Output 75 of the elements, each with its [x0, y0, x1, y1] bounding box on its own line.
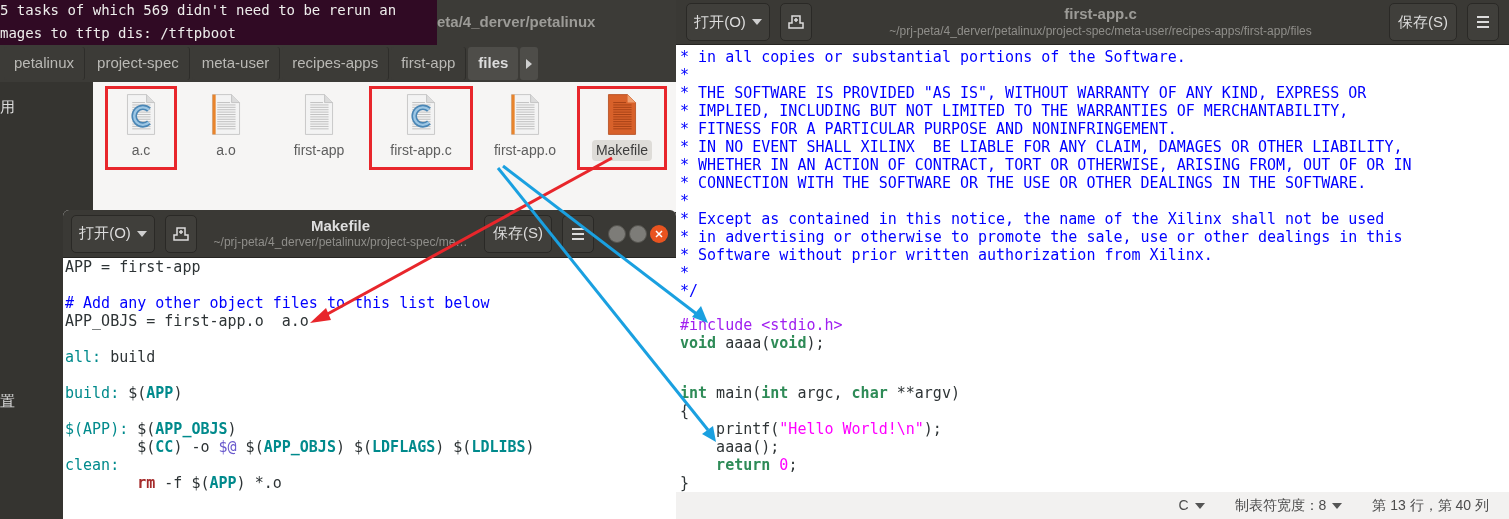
terminal-line: mages to tftp dis: /tftpboot — [0, 24, 237, 43]
file-item[interactable]: first-app.c — [369, 86, 473, 170]
code-line: printf("Hello World!\n"); — [715, 420, 943, 438]
file-item[interactable]: first-app — [275, 86, 363, 170]
caret-icon — [751, 19, 762, 25]
path-button[interactable]: files — [468, 47, 519, 80]
caret-icon — [136, 230, 147, 237]
code-line: * WHETHER IN AN ACTION OF CONTRACT, TORT OR OTHERWISE, ARISING FROM, OUT OF OR IN — [680, 156, 1413, 174]
tab-width-selector[interactable]: 制表符宽度：8 — [1234, 495, 1343, 516]
sidebar-item[interactable]: 置 — [0, 390, 15, 413]
menu-button[interactable] — [1467, 3, 1499, 41]
code-line: #include <stdio.h> — [680, 316, 844, 334]
file-item[interactable]: a.o — [183, 86, 269, 170]
open-button[interactable]: 打开(O) — [686, 3, 770, 41]
terminal-line: 5 tasks of which 569 didn't need to be rerun an — [0, 1, 398, 20]
code-line: { — [680, 402, 691, 420]
code-line: return 0; — [715, 456, 799, 474]
code-line: APP = first-app — [65, 258, 202, 276]
code-line: aaaa(); — [715, 438, 781, 456]
caret-icon — [525, 58, 534, 69]
file-name: a.c — [130, 141, 152, 160]
menu-icon — [1476, 16, 1490, 28]
code-line: $(APP): $(APP_OBJS) — [65, 420, 238, 438]
code-line: void aaaa(void); — [680, 334, 826, 352]
file-name: Makefile — [591, 140, 653, 161]
code-line: * in all copies or substantial portions of the Software. — [680, 48, 1187, 66]
code-line: $(CC) -o $@ $(APP_OBJS) $(LDFLAGS) $(LDLIBS) — [136, 438, 536, 456]
code-line: * CONNECTION WITH THE SOFTWARE OR THE USE OR OTHER DEALINGS IN THE SOFTWARE. — [680, 174, 1368, 192]
code-line: int main(int argc, char **argv) — [680, 384, 961, 402]
file-path: ~/prj-peta/4_derver/petalinux/project-spec/meta-user/recipes-apps/first-app/files — [889, 23, 1312, 39]
code-line: * THE SOFTWARE IS PROVIDED "AS IS", WITHOUT WARRANTY OF ANY KIND, EXPRESS OR — [680, 84, 1368, 102]
close-icon — [655, 229, 663, 238]
new-tab-button[interactable] — [165, 214, 197, 253]
code-line: build: $(APP) — [65, 384, 184, 402]
minimize-button[interactable] — [608, 224, 626, 243]
file-item[interactable]: a.c — [105, 86, 177, 170]
menu-button[interactable] — [562, 214, 594, 253]
language-selector[interactable]: C — [1178, 495, 1205, 516]
code-line: * — [680, 66, 691, 84]
file-item[interactable]: Makefile — [577, 86, 667, 170]
caret-icon — [1194, 502, 1205, 509]
caret-icon — [1332, 502, 1343, 509]
code-line: */ — [680, 282, 700, 300]
window-title: first-app.c — [1064, 5, 1137, 24]
file-name: first-app — [292, 141, 346, 160]
code-line: * Software without prior written authorization from Xilinx. — [680, 246, 1214, 264]
new-document-icon — [788, 15, 804, 29]
new-tab-button[interactable] — [780, 3, 812, 41]
code-line: } — [680, 474, 691, 492]
code-line: clean: — [65, 456, 121, 474]
cursor-position: 第 13 行，第 40 列 — [1372, 496, 1489, 515]
file-name: a.o — [215, 141, 237, 160]
window-title: eta/4_derver/petalinux — [437, 12, 596, 33]
code-line: * Except as contained in this notice, the name of the Xilinx shall not be used — [680, 210, 1386, 228]
save-button[interactable]: 保存(S) — [1389, 3, 1457, 41]
code-line: rm -f $(APP) *.o — [136, 474, 283, 492]
code-line: all: build — [65, 348, 157, 366]
window-title: Makefile — [310, 216, 371, 236]
file-name: first-app.c — [389, 141, 453, 160]
file-name: first-app.o — [492, 141, 558, 160]
menu-icon — [571, 227, 585, 240]
new-document-icon — [173, 226, 189, 241]
file-item[interactable]: first-app.o — [479, 86, 571, 170]
open-button[interactable]: 打开(O) — [71, 214, 155, 253]
code-line: * in advertising or otherwise to promote the sale, use or other dealings in this — [680, 228, 1404, 246]
code-line: * IN NO EVENT SHALL XILINX BE LIABLE FOR ANY CLAIM, DAMAGES OR OTHER LIABILITY, — [680, 138, 1404, 156]
scroll-right-button[interactable] — [520, 47, 539, 80]
save-button[interactable]: 保存(S) — [484, 214, 552, 253]
code-line: * FITNESS FOR A PARTICULAR PURPOSE AND NONINFRINGEMENT. — [680, 120, 1178, 138]
sidebar-item[interactable]: 用 — [0, 96, 15, 119]
code-line: APP_OBJS = first-app.o a.o — [65, 312, 310, 330]
code-line: * IMPLIED, INCLUDING BUT NOT LIMITED TO THE WARRANTIES OF MERCHANTABILITY, — [680, 102, 1350, 120]
code-line: * — [680, 264, 691, 282]
close-button[interactable] — [650, 224, 668, 243]
code-line: * — [680, 192, 691, 210]
